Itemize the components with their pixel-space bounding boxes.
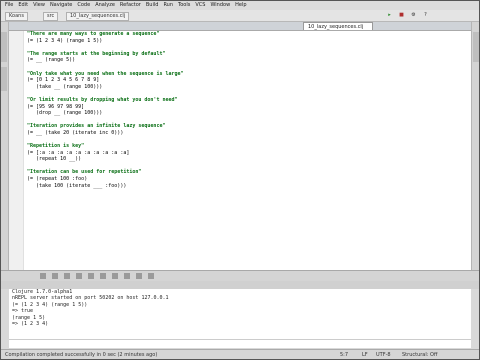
code-line[interactable]: (= __ (range 5)) <box>27 57 467 64</box>
tab-10-lazy-sequences[interactable]: 10_lazy_sequences.clj <box>303 22 373 30</box>
code-line[interactable]: (take 100 (iterate ___ :foo))) <box>27 183 467 190</box>
tool-icon-7[interactable] <box>112 273 118 279</box>
breadcrumb-file[interactable]: 10_lazy_sequences.clj <box>66 12 130 21</box>
stop-icon[interactable]: ■ <box>398 12 405 19</box>
project-tool-tab[interactable] <box>1 32 7 62</box>
code-line[interactable]: (= __ (take 20 (iterate inc 0))) <box>27 130 467 137</box>
menu-item-refactor[interactable]: Refactor <box>120 2 141 8</box>
code-line[interactable]: (= (repeat 100 :foo) <box>27 176 467 183</box>
repl-panel[interactable]: Clojure 1.7.0-alpha1 nREPL server started… <box>9 289 471 348</box>
menu-item-window[interactable]: Window <box>210 2 230 8</box>
code-line[interactable]: "The range starts at the beginning by de… <box>27 51 467 58</box>
code-line[interactable]: "Iteration provides an infinite lazy seq… <box>27 123 467 130</box>
left-tool-strip <box>0 22 9 270</box>
menu-item-edit[interactable]: Edit <box>18 2 28 8</box>
status-bar: Compilation completed successfully in 0 … <box>0 349 480 360</box>
tool-icon-6[interactable] <box>100 273 106 279</box>
code-line[interactable]: "Repetition is key" <box>27 143 467 150</box>
code-line[interactable]: "Or limit results by dropping what you d… <box>27 97 467 104</box>
structural-mode[interactable]: Structural: Off <box>402 350 437 360</box>
menu-item-help[interactable]: Help <box>235 2 246 8</box>
code-line[interactable]: "There are many ways to generate a seque… <box>27 31 467 38</box>
blank-line[interactable] <box>27 163 467 170</box>
code-line[interactable]: (take __ (range 100))) <box>27 84 467 91</box>
right-tool-strip <box>471 22 480 270</box>
menu-item-tools[interactable]: Tools <box>178 2 190 8</box>
code-lines[interactable]: "There are many ways to generate a seque… <box>27 31 467 189</box>
code-line[interactable]: "Only take what you need when the sequen… <box>27 71 467 78</box>
structure-tool-tab[interactable] <box>1 67 7 91</box>
menu-item-vcs[interactable]: VCS <box>195 2 205 8</box>
blank-line[interactable] <box>27 64 467 71</box>
tool-icon-10[interactable] <box>148 273 154 279</box>
tool-icon-8[interactable] <box>124 273 130 279</box>
toolbar: Koans src 10_lazy_sequences.clj ▸ ■ ⚙ ? <box>0 10 480 22</box>
tool-icon-1[interactable] <box>40 273 46 279</box>
blank-line[interactable] <box>27 44 467 51</box>
settings-icon[interactable]: ⚙ <box>410 12 417 19</box>
breadcrumb-src[interactable]: src <box>43 12 59 21</box>
code-line[interactable]: (= (1 2 3 4) (range 1 5)) <box>27 38 467 45</box>
repl-header <box>0 281 480 289</box>
breadcrumb-project[interactable]: Koans <box>5 12 28 21</box>
menu-item-file[interactable]: File <box>5 2 13 8</box>
run-icon[interactable]: ▸ <box>386 12 393 19</box>
status-message: Compilation completed successfully in 0 … <box>5 352 158 358</box>
menu-item-navigate[interactable]: Navigate <box>50 2 72 8</box>
code-line[interactable]: (= [0 1 2 3 4 5 6 7 8 9] <box>27 77 467 84</box>
blank-line[interactable] <box>27 117 467 124</box>
blank-line[interactable] <box>27 137 467 144</box>
repl-input[interactable] <box>9 339 471 348</box>
repl-line: => (1 2 3 4) <box>12 321 49 328</box>
menu-bar: File Edit View Navigate Code Analyze Refactor B… <box>0 1 480 10</box>
tool-icon-9[interactable] <box>136 273 142 279</box>
code-line[interactable]: (drop __ (range 100))) <box>27 110 467 117</box>
ide-window: File Edit View Navigate Code Analyze Refactor B… <box>0 0 480 360</box>
tool-icon-3[interactable] <box>64 273 70 279</box>
repl-output: Clojure 1.7.0-alpha1 nREPL server started… <box>9 289 471 327</box>
leiningen-tool-tab[interactable] <box>473 32 479 62</box>
file-encoding[interactable]: UTF-8 <box>376 350 391 360</box>
editor-gutter <box>9 31 24 270</box>
code-editor[interactable]: "There are many ways to generate a seque… <box>9 31 471 270</box>
caret-position[interactable]: 5:7 <box>340 350 348 360</box>
tool-icon-5[interactable] <box>88 273 94 279</box>
code-line[interactable]: (repeat 10 __)) <box>27 156 467 163</box>
code-line[interactable]: (= [:a :a :a :a :a :a :a :a :a :a] <box>27 150 467 157</box>
blank-line[interactable] <box>27 90 467 97</box>
editor-tab-bar: 10_lazy_sequences.clj <box>0 22 480 31</box>
code-line[interactable]: (= [95 96 97 98 99] <box>27 104 467 111</box>
menu-item-code[interactable]: Code <box>77 2 90 8</box>
menu-item-build[interactable]: Build <box>146 2 159 8</box>
line-separator[interactable]: LF <box>362 350 368 360</box>
menu-item-run[interactable]: Run <box>163 2 173 8</box>
menu-item-view[interactable]: View <box>33 2 45 8</box>
tool-icon-4[interactable] <box>76 273 82 279</box>
help-icon[interactable]: ? <box>422 12 429 19</box>
code-line[interactable]: "Iteration can be used for repetition" <box>27 169 467 176</box>
menu-item-analyze[interactable]: Analyze <box>95 2 115 8</box>
tool-icon-2[interactable] <box>52 273 58 279</box>
